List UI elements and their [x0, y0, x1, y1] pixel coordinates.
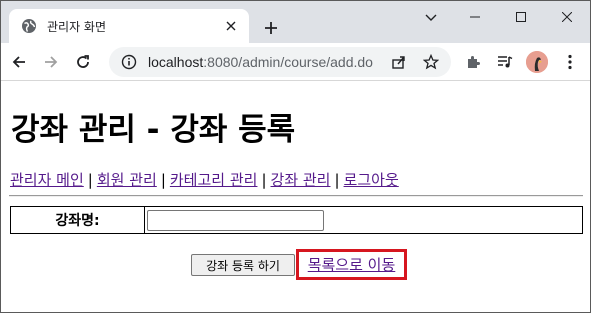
url-path: :8080/admin/course/add.do	[203, 54, 373, 70]
course-name-cell	[145, 207, 582, 233]
close-icon[interactable]	[544, 1, 590, 33]
url-text: localhost:8080/admin/course/add.do	[148, 54, 373, 70]
minimize-icon[interactable]	[452, 1, 498, 33]
nav-separator: |	[87, 171, 93, 189]
nav-separator: |	[334, 171, 340, 189]
nav-link-category-management[interactable]: 카테고리 관리	[170, 171, 258, 189]
divider	[9, 195, 583, 197]
media-queue-icon[interactable]	[491, 48, 519, 76]
nav-link-course-management[interactable]: 강좌 관리	[271, 171, 331, 189]
page-title: 강좌 관리 - 강좌 등록	[11, 112, 296, 148]
plus-icon[interactable]	[257, 14, 285, 42]
window-controls	[452, 1, 590, 33]
page-content: 강좌 관리 - 강좌 등록 관리자 메인 | 회원 관리 | 카테고리 관리 | 강좌 관리…	[1, 82, 590, 312]
admin-nav: 관리자 메인 | 회원 관리 | 카테고리 관리 | 강좌 관리 | 로그아웃	[10, 169, 399, 190]
extensions-icon[interactable]	[459, 48, 487, 76]
maximize-icon[interactable]	[498, 1, 544, 33]
register-course-button[interactable]: 강좌 등록 하기	[191, 254, 295, 276]
globe-icon	[21, 18, 37, 34]
tab-search-icon[interactable]	[419, 6, 443, 30]
menu-icon[interactable]	[556, 48, 584, 76]
highlight-box: 목록으로 이동	[296, 249, 407, 280]
browser-tab[interactable]: 관리자 화면	[9, 9, 249, 43]
browser-toolbar: localhost:8080/admin/course/add.do	[1, 43, 590, 81]
avatar-image	[526, 51, 548, 73]
back-to-list-link[interactable]: 목록으로 이동	[308, 254, 396, 275]
avatar[interactable]	[523, 48, 551, 76]
course-name-label: 강좌명:	[11, 207, 145, 233]
url-host: localhost	[148, 54, 204, 70]
tab-strip: 관리자 화면	[1, 1, 590, 43]
course-name-input[interactable]	[147, 209, 324, 231]
nav-separator: |	[261, 171, 267, 189]
nav-link-admin-main[interactable]: 관리자 메인	[10, 171, 84, 189]
nav-separator: |	[160, 171, 166, 189]
info-icon[interactable]	[120, 53, 138, 71]
course-form-table: 강좌명:	[10, 206, 583, 234]
forward-icon[interactable]	[37, 48, 65, 76]
back-icon[interactable]	[5, 48, 33, 76]
tab-close-icon[interactable]	[221, 16, 241, 36]
tab-title: 관리자 화면	[47, 19, 107, 34]
browser-window: 관리자 화면 localhost:8080/admin/course/add.d…	[0, 0, 591, 313]
address-bar[interactable]: localhost:8080/admin/course/add.do	[109, 47, 451, 77]
reload-icon[interactable]	[69, 48, 97, 76]
nav-link-logout[interactable]: 로그아웃	[344, 171, 399, 189]
star-icon[interactable]	[421, 52, 441, 72]
nav-link-member-management[interactable]: 회원 관리	[97, 171, 157, 189]
share-icon[interactable]	[389, 52, 409, 72]
